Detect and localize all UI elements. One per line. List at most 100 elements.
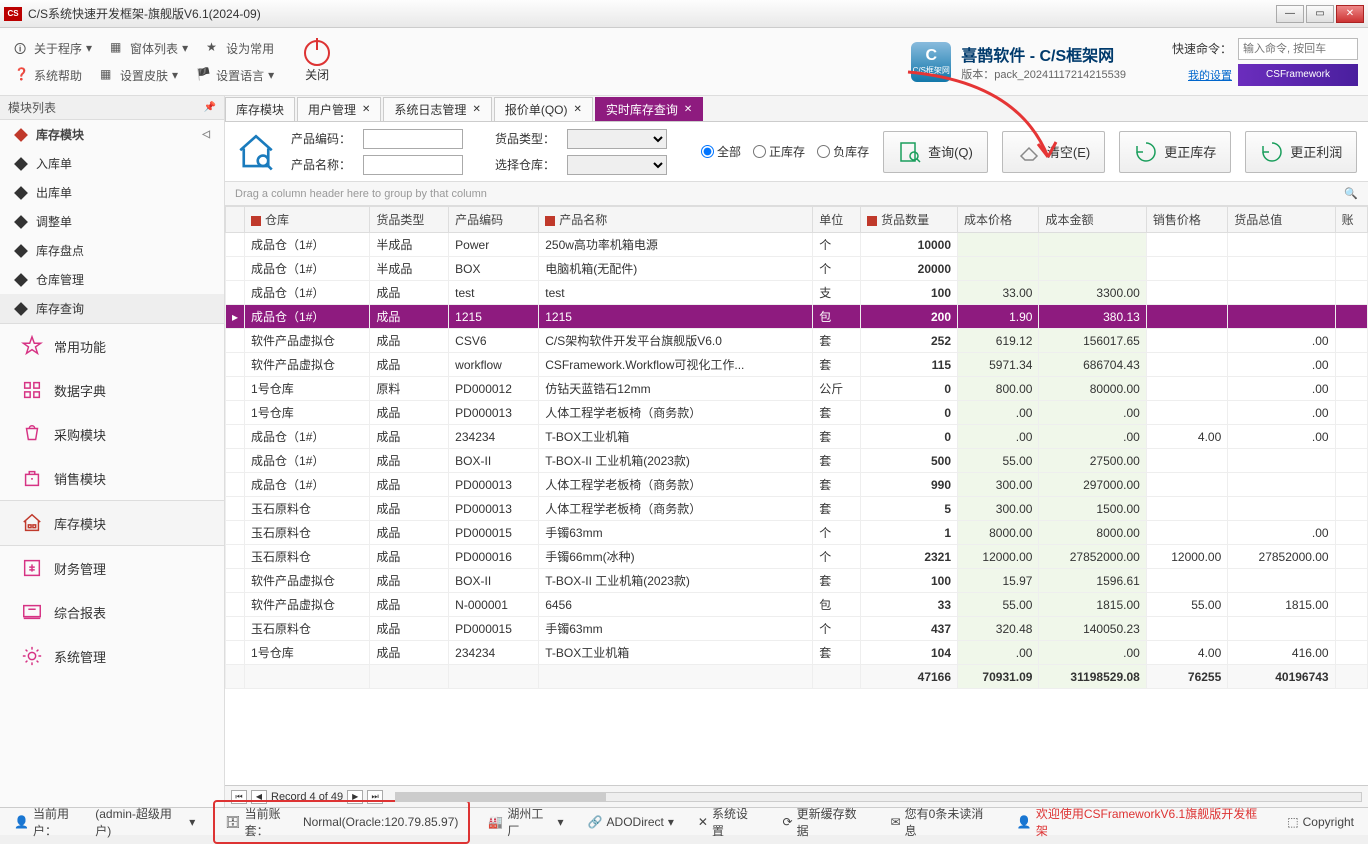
tab[interactable]: 报价单(QO)✕ xyxy=(494,97,593,121)
chevron-left-icon: ◁ xyxy=(202,129,210,140)
pin-icon[interactable]: 📌 xyxy=(204,102,216,113)
tab[interactable]: 实时库存查询✕ xyxy=(595,97,703,121)
status-copyright[interactable]: ⬚Copyright xyxy=(1281,813,1360,831)
update-stock-button[interactable]: 更正库存 xyxy=(1119,131,1231,173)
table-row[interactable]: 软件产品虚拟仓成品BOX-IIT-BOX-II 工业机箱(2023款)套1001… xyxy=(226,569,1368,593)
table-row[interactable]: 玉石原料仓成品PD000016手镯66mm(冰种)个232112000.0027… xyxy=(226,545,1368,569)
table-row[interactable]: 软件产品虚拟仓成品workflowCSFramework.Workflow可视化… xyxy=(226,353,1368,377)
column-header[interactable]: 销售价格 xyxy=(1146,207,1227,233)
grid-icon: ▦ xyxy=(100,67,116,83)
bignav-item[interactable]: 数据字典 xyxy=(0,368,224,412)
column-header[interactable]: 单位 xyxy=(813,207,861,233)
scrollbar[interactable] xyxy=(395,792,1362,802)
sidebar-item[interactable]: 库存查询 xyxy=(0,294,224,323)
skin-button[interactable]: ▦设置皮肤▾ xyxy=(96,65,182,86)
table-row[interactable]: 1号仓库成品234234T-BOX工业机箱套104.00.004.00416.0… xyxy=(226,641,1368,665)
sidebar-section-inventory[interactable]: 库存模块◁ xyxy=(0,120,224,149)
table-row[interactable]: 玉石原料仓成品PD000015手镯63mm个18000.008000.00.00 xyxy=(226,521,1368,545)
database-icon: 🗄 xyxy=(225,815,240,829)
bignav-item[interactable]: 财务管理 xyxy=(0,546,224,590)
mysettings-link[interactable]: 我的设置 xyxy=(1188,67,1232,83)
column-header[interactable]: 货品类型 xyxy=(370,207,449,233)
type-select[interactable] xyxy=(567,129,667,149)
bignav-item[interactable]: 销售模块 xyxy=(0,456,224,500)
close-icon[interactable]: ✕ xyxy=(684,104,692,115)
bignav-item[interactable]: 综合报表 xyxy=(0,590,224,634)
table-row[interactable]: 1号仓库原料PD000012仿钻天蓝锆石12mm公斤0800.0080000.0… xyxy=(226,377,1368,401)
table-row[interactable]: 玉石原料仓成品PD000015手镯63mm个437320.48140050.23 xyxy=(226,617,1368,641)
close-icon[interactable]: ✕ xyxy=(574,104,582,115)
table-row[interactable]: 成品仓（1#）成品PD000013人体工程学老板椅（商务款）套990300.00… xyxy=(226,473,1368,497)
query-button[interactable]: 查询(Q) xyxy=(883,131,988,173)
window-list-button[interactable]: ▦窗体列表▾ xyxy=(106,38,192,59)
update-profit-button[interactable]: 更正利润 xyxy=(1245,131,1357,173)
star-icon: ★ xyxy=(206,40,222,56)
lang-icon: 🏴 xyxy=(196,67,212,83)
data-grid[interactable]: 仓库货品类型产品编码产品名称单位货品数量成本价格成本金额销售价格货品总值账 成品… xyxy=(225,206,1368,689)
column-header[interactable]: 产品名称 xyxy=(539,207,813,233)
code-input[interactable] xyxy=(363,129,463,149)
column-header[interactable]: 成本价格 xyxy=(958,207,1039,233)
sidebar: 模块列表 📌 库存模块◁ 入库单出库单调整单库存盘点仓库管理库存查询 常用功能数… xyxy=(0,96,225,807)
tab[interactable]: 库存模块 xyxy=(225,97,295,121)
status-ado[interactable]: 🔗ADODirect▾ xyxy=(582,813,680,831)
syshelp-button[interactable]: ❓系统帮助 xyxy=(10,65,86,86)
brand-banner[interactable]: CSFramework xyxy=(1238,64,1358,86)
clear-button[interactable]: 清空(E) xyxy=(1002,131,1105,173)
wh-label: 选择仓库： xyxy=(495,156,555,173)
name-input[interactable] xyxy=(363,155,463,175)
bignav-item[interactable]: 库存模块 xyxy=(0,500,224,546)
table-row[interactable]: ▸成品仓（1#）成品12151215包2001.90380.13 xyxy=(226,305,1368,329)
sidebar-item[interactable]: 出库单 xyxy=(0,178,224,207)
brand: CC/S框架网 喜鹊软件 - C/S框架网 版本：pack_2024111721… xyxy=(911,42,1126,82)
tab-bar: 库存模块用户管理✕系统日志管理✕报价单(QO)✕实时库存查询✕ xyxy=(225,96,1368,122)
power-icon xyxy=(304,40,330,66)
column-header[interactable]: 仓库 xyxy=(245,207,370,233)
wh-select[interactable] xyxy=(567,155,667,175)
bignav-item[interactable]: 常用功能 xyxy=(0,324,224,368)
table-row[interactable]: 成品仓（1#）半成品Power250w高功率机箱电源个10000 xyxy=(226,233,1368,257)
table-row[interactable]: 成品仓（1#）成品BOX-IIT-BOX-II 工业机箱(2023款)套5005… xyxy=(226,449,1368,473)
table-row[interactable]: 成品仓（1#）成品234234T-BOX工业机箱套0.00.004.00.00 xyxy=(226,425,1368,449)
lang-button[interactable]: 🏴设置语言▾ xyxy=(192,65,278,86)
ribbon-close-button[interactable]: 关闭 xyxy=(304,40,330,83)
table-row[interactable]: 成品仓（1#）成品testtest支10033.003300.00 xyxy=(226,281,1368,305)
name-label: 产品名称： xyxy=(291,156,351,173)
status-bar: 👤当前用户：(admin-超级用户)▾ 🗄当前账套：Normal(Oracle:… xyxy=(0,807,1368,835)
group-panel[interactable]: Drag a column header here to group by th… xyxy=(225,182,1368,206)
close-icon[interactable]: ✕ xyxy=(362,104,370,115)
about-button[interactable]: 🛈关于程序▾ xyxy=(10,38,96,59)
brand-version: 版本：pack_20241117214215539 xyxy=(961,66,1126,82)
table-row[interactable]: 玉石原料仓成品PD000013人体工程学老板椅（商务款）套5300.001500… xyxy=(226,497,1368,521)
bignav-item[interactable]: 采购模块 xyxy=(0,412,224,456)
titlebar: CS C/S系统快速开发框架-旗舰版V6.1(2024-09) — ▭ ✕ xyxy=(0,0,1368,28)
radio-positive[interactable]: 正库存 xyxy=(753,143,805,160)
table-row[interactable]: 成品仓（1#）半成品BOX电脑机箱(无配件)个20000 xyxy=(226,257,1368,281)
column-header[interactable]: 货品总值 xyxy=(1228,207,1335,233)
table-row[interactable]: 软件产品虚拟仓成品N-0000016456包3355.001815.0055.0… xyxy=(226,593,1368,617)
column-header[interactable]: 产品编码 xyxy=(449,207,539,233)
search-icon[interactable]: 🔍 xyxy=(1344,187,1358,200)
tab[interactable]: 用户管理✕ xyxy=(297,97,381,121)
close-button[interactable]: ✕ xyxy=(1336,5,1364,23)
column-header[interactable]: 货品数量 xyxy=(861,207,958,233)
column-header[interactable]: 账 xyxy=(1335,207,1367,233)
radio-all[interactable]: 全部 xyxy=(701,143,741,160)
sidebar-item[interactable]: 入库单 xyxy=(0,149,224,178)
set-common-button[interactable]: ★设为常用 xyxy=(202,38,278,59)
status-account[interactable]: 🗄当前账套：Normal(Oracle:120.79.85.97) xyxy=(213,800,470,844)
radio-negative[interactable]: 负库存 xyxy=(817,143,869,160)
table-row[interactable]: 软件产品虚拟仓成品CSV6C/S架构软件开发平台旗舰版V6.0套252619.1… xyxy=(226,329,1368,353)
quickcmd-input[interactable] xyxy=(1238,38,1358,60)
column-header[interactable]: 成本金额 xyxy=(1039,207,1146,233)
close-icon[interactable]: ✕ xyxy=(472,104,480,115)
maximize-button[interactable]: ▭ xyxy=(1306,5,1334,23)
tab[interactable]: 系统日志管理✕ xyxy=(383,97,491,121)
minimize-button[interactable]: — xyxy=(1276,5,1304,23)
sidebar-item[interactable]: 调整单 xyxy=(0,207,224,236)
sidebar-item[interactable]: 仓库管理 xyxy=(0,265,224,294)
table-row[interactable]: 1号仓库成品PD000013人体工程学老板椅（商务款）套0.00.00.00 xyxy=(226,401,1368,425)
sidebar-item[interactable]: 库存盘点 xyxy=(0,236,224,265)
bignav-item[interactable]: 系统管理 xyxy=(0,634,224,678)
app-icon: CS xyxy=(4,7,22,21)
